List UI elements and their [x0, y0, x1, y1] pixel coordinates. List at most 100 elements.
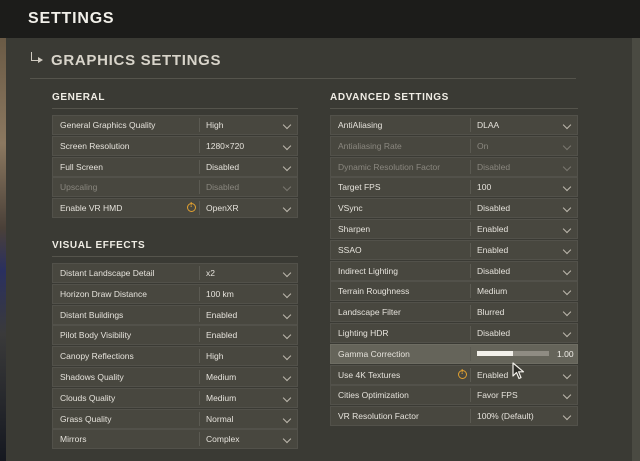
- setting-value: 100% (Default): [477, 411, 534, 422]
- setting-value: Disabled: [206, 161, 240, 172]
- row-divider: [199, 432, 200, 447]
- chevron-down-icon: [562, 141, 572, 151]
- setting-row-horizon-draw-distance[interactable]: Horizon Draw Distance 100 km: [52, 283, 298, 304]
- setting-row-mirrors[interactable]: Mirrors Complex: [52, 429, 298, 450]
- chevron-down-icon: [562, 120, 572, 130]
- setting-row-vsync[interactable]: VSync Disabled: [330, 198, 578, 219]
- setting-row-clouds-quality[interactable]: Clouds Quality Medium: [52, 387, 298, 408]
- setting-row-distant-buildings[interactable]: Distant Buildings Enabled: [52, 304, 298, 325]
- setting-row-screen-resolution[interactable]: Screen Resolution 1280×720: [52, 135, 298, 156]
- setting-label: Distant Landscape Detail: [60, 268, 155, 278]
- row-divider: [470, 388, 471, 403]
- row-divider: [470, 180, 471, 195]
- chevron-down-icon: [282, 372, 292, 382]
- setting-label: Distant Buildings: [60, 309, 124, 320]
- chevron-down-icon: [562, 224, 572, 234]
- general-title: GENERAL: [52, 92, 106, 103]
- setting-label: Enable VR HMD: [60, 203, 123, 214]
- setting-row-target-fps[interactable]: Target FPS 100: [330, 177, 578, 198]
- row-divider: [470, 305, 471, 320]
- setting-row-gamma-correction[interactable]: Gamma Correction 1.00: [330, 343, 578, 364]
- row-divider: [199, 118, 200, 132]
- setting-value: 100: [477, 182, 492, 193]
- setting-label: Screen Resolution: [60, 140, 130, 151]
- visual-effects-title: VISUAL EFFECTS: [52, 240, 146, 251]
- setting-value: Disabled: [477, 203, 511, 214]
- chevron-down-icon: [282, 162, 292, 171]
- setting-value: Medium: [477, 286, 508, 297]
- setting-row-antialiasing-rate: Antialiasing Rate On: [330, 135, 578, 156]
- gamma-slider[interactable]: [477, 350, 549, 356]
- chevron-down-icon: [282, 310, 292, 319]
- setting-row-upscaling: Upscaling Disabled: [52, 177, 298, 198]
- setting-row-terrain-roughness[interactable]: Terrain Roughness Medium: [330, 281, 578, 302]
- row-divider: [199, 266, 200, 280]
- setting-label: Upscaling: [60, 182, 98, 193]
- setting-label: Cities Optimization: [338, 390, 409, 401]
- setting-row-pilot-body-visibility[interactable]: Pilot Body Visibility Enabled: [52, 325, 298, 346]
- row-divider: [470, 263, 471, 278]
- setting-value: Medium: [206, 392, 237, 403]
- setting-value: 1280×720: [206, 140, 245, 151]
- chevron-down-icon: [562, 307, 572, 317]
- setting-row-ssao[interactable]: SSAO Enabled: [330, 239, 578, 260]
- setting-row-landscape-filter[interactable]: Landscape Filter Blurred: [330, 302, 578, 323]
- setting-label: Gamma Correction: [338, 348, 410, 359]
- setting-row-antialiasing[interactable]: AntiAliasing DLAA: [330, 115, 578, 135]
- setting-label: Use 4K Textures: [338, 369, 401, 380]
- row-divider: [470, 242, 471, 257]
- setting-row-general-graphics-quality[interactable]: General Graphics Quality High: [52, 115, 298, 135]
- setting-row-enable-vr-hmd[interactable]: Enable VR HMD OpenXR: [52, 198, 298, 219]
- setting-value: High: [206, 351, 224, 362]
- setting-value: Enabled: [206, 309, 238, 320]
- setting-value: x2: [206, 268, 215, 278]
- chevron-down-icon: [562, 245, 572, 255]
- chevron-down-icon: [282, 183, 292, 192]
- chevron-down-icon: [282, 393, 292, 403]
- setting-value: Disabled: [477, 265, 511, 276]
- chevron-down-icon: [562, 287, 572, 296]
- background-scenery-right: [632, 38, 640, 461]
- setting-row-distant-landscape-detail[interactable]: Distant Landscape Detail x2: [52, 263, 298, 283]
- chevron-down-icon: [282, 414, 292, 423]
- row-divider: [470, 325, 471, 340]
- setting-label: Shadows Quality: [60, 371, 124, 382]
- setting-value: 100 km: [206, 288, 234, 299]
- setting-label: Clouds Quality: [60, 392, 116, 403]
- page-title: SETTINGS: [28, 10, 115, 27]
- general-settings-list: General Graphics Quality High Screen Resol…: [52, 115, 298, 219]
- chevron-down-icon: [562, 328, 572, 338]
- row-divider: [470, 221, 471, 236]
- row-divider: [470, 118, 471, 132]
- setting-row-grass-quality[interactable]: Grass Quality Normal: [52, 408, 298, 429]
- chevron-down-icon: [282, 351, 292, 361]
- section-title: GRAPHICS SETTINGS: [51, 52, 222, 69]
- setting-value: Blurred: [477, 307, 505, 318]
- setting-row-shadows-quality[interactable]: Shadows Quality Medium: [52, 366, 298, 387]
- setting-row-sharpen[interactable]: Sharpen Enabled: [330, 218, 578, 239]
- setting-row-indirect-lighting[interactable]: Indirect Lighting Disabled: [330, 260, 578, 281]
- chevron-down-icon: [282, 203, 292, 213]
- mouse-cursor-icon: [512, 362, 525, 380]
- setting-row-cities-optimization[interactable]: Cities Optimization Favor FPS: [330, 385, 578, 406]
- row-divider: [470, 367, 471, 382]
- setting-row-canopy-reflections[interactable]: Canopy Reflections High: [52, 346, 298, 367]
- chevron-down-icon: [562, 391, 572, 400]
- setting-row-lighting-hdr[interactable]: Lighting HDR Disabled: [330, 322, 578, 343]
- row-divider: [199, 201, 200, 216]
- chevron-down-icon: [562, 203, 572, 213]
- chevron-down-icon: [562, 370, 572, 379]
- setting-label: Landscape Filter: [338, 307, 401, 318]
- row-divider: [199, 349, 200, 364]
- row-divider: [470, 201, 471, 216]
- row-divider: [470, 346, 471, 361]
- row-divider: [199, 369, 200, 384]
- setting-row-full-screen[interactable]: Full Screen Disabled: [52, 156, 298, 177]
- chevron-down-icon: [282, 435, 292, 444]
- setting-value: Enabled: [206, 330, 238, 341]
- warning-icon: [187, 202, 196, 213]
- chevron-down-icon: [282, 120, 292, 130]
- setting-row-use-4k-textures[interactable]: Use 4K Textures Enabled: [330, 364, 578, 385]
- slider-fill: [477, 350, 513, 356]
- setting-row-vr-resolution-factor[interactable]: VR Resolution Factor 100% (Default): [330, 406, 578, 427]
